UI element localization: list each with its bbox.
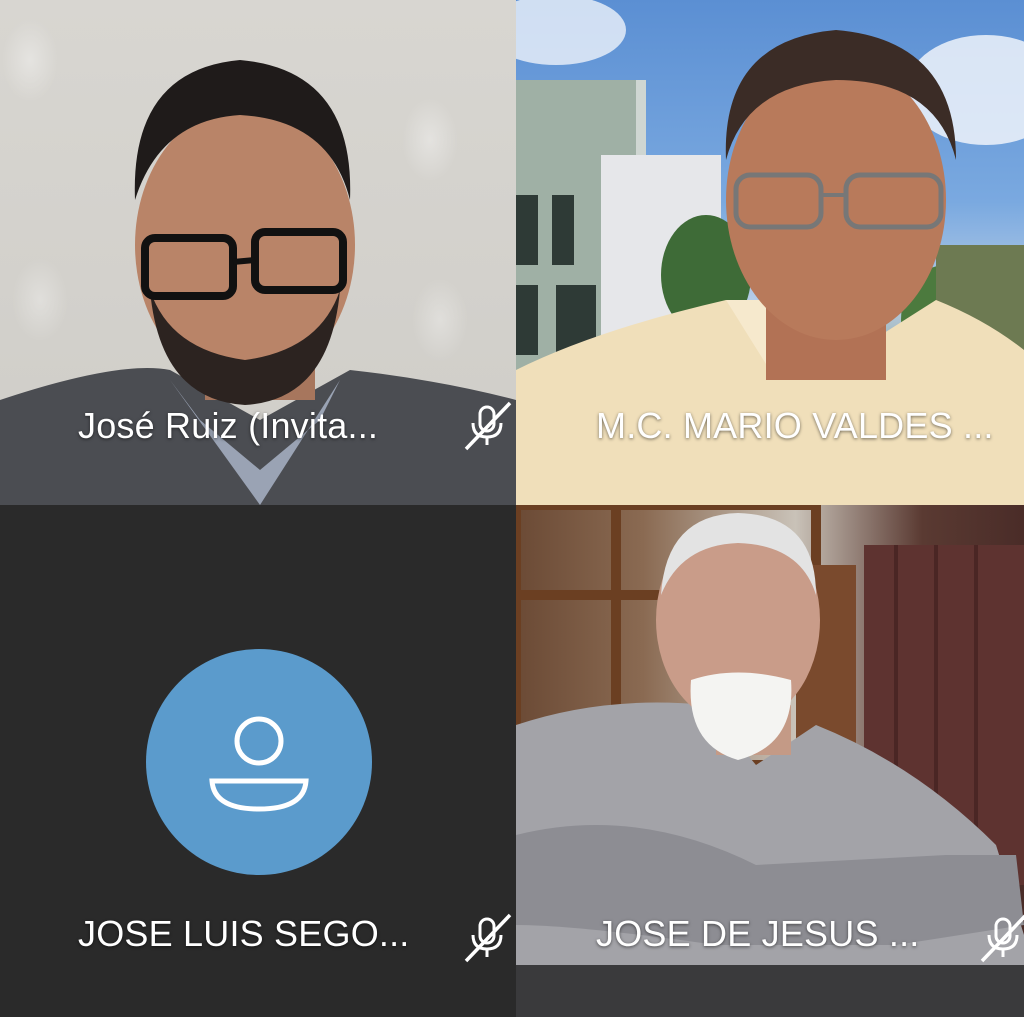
participant-name-3: JOSE LUIS SEGO... [78,913,410,954]
participant-tile-3[interactable]: JOSE LUIS SEGO... [0,505,516,1017]
video-grid: José Ruiz (Invita... M.C. MARIO VALDES .… [0,0,1024,1017]
participant-name-2: M.C. MARIO VALDES ... [596,405,994,446]
user-avatar-icon [146,649,372,875]
participant-name-4: JOSE DE JESUS ... [596,913,920,954]
mic-muted-icon[interactable] [976,911,1024,965]
participant-tile-1[interactable]: José Ruiz (Invita... [0,0,516,505]
mic-muted-icon[interactable] [460,911,514,965]
participant-tile-4[interactable]: JOSE DE JESUS ... [516,505,1024,1017]
participant-tile-2[interactable]: M.C. MARIO VALDES ... [516,0,1024,505]
participant-name-1: José Ruiz (Invita... [78,405,379,446]
mic-muted-icon[interactable] [460,399,514,453]
